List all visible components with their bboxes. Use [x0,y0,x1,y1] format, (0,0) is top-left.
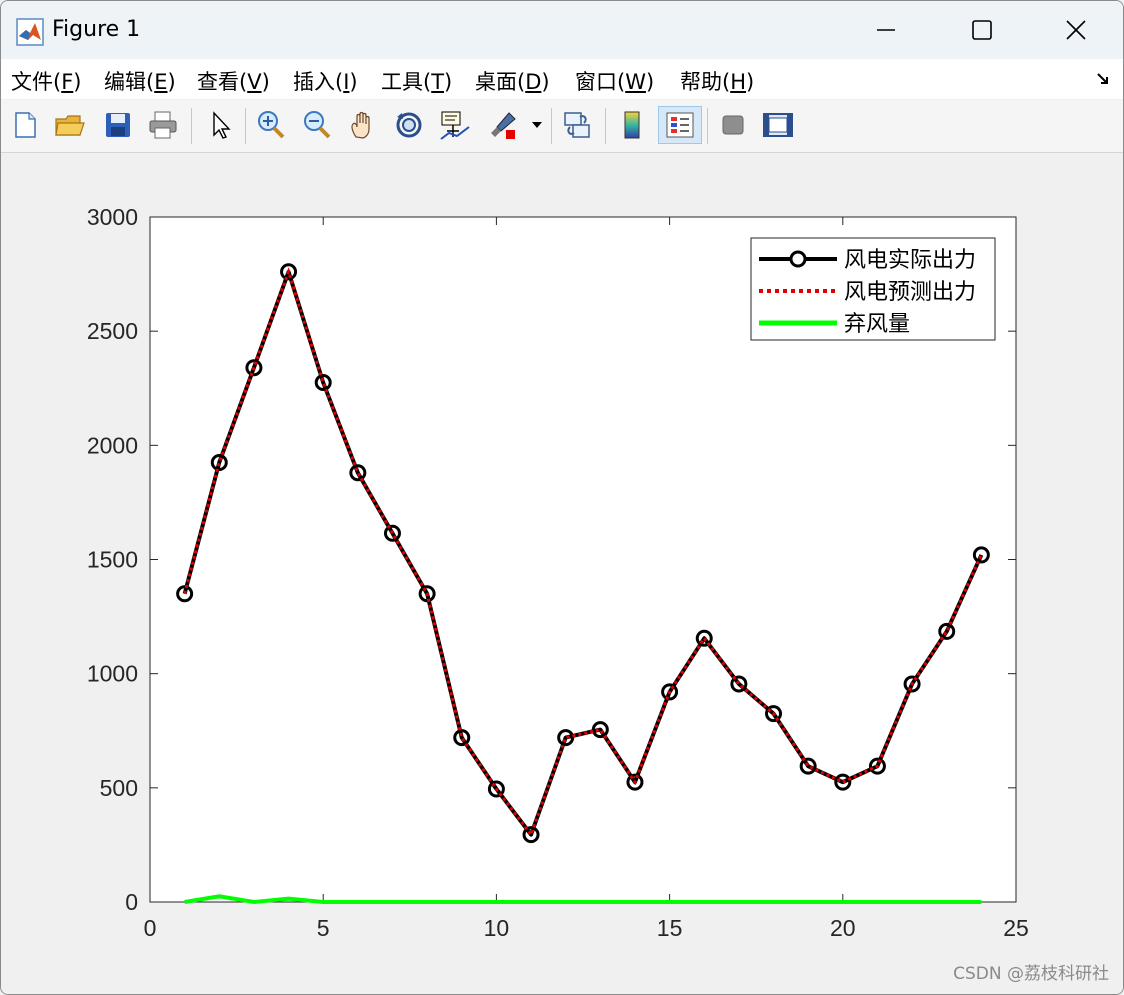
watermark: CSDN @荔枝科研社 [953,964,1109,984]
legend-entry-label: 风电实际出力 [844,247,976,272]
insert-colorbar-button[interactable] [614,106,650,144]
open-file-button[interactable] [52,106,88,144]
minimize-icon [877,29,895,31]
pan-button[interactable] [345,106,381,144]
data-cursor-button[interactable] [437,106,473,144]
legend-entry-label: 弃风量 [844,311,910,336]
menu-window[interactable]: 窗口(W) [575,66,654,96]
zoom-in-icon [258,111,285,139]
figure-window: Figure 1 文件(F) 编辑(E) 查看(V) 插入(I) 工具(T) 桌… [0,0,1124,995]
insert-legend-button[interactable] [658,106,702,144]
x-tick-label: 15 [657,915,683,941]
brush-dropdown-button[interactable] [525,106,549,144]
menu-tools[interactable]: 工具(T) [381,66,452,96]
toolbar-separator [707,108,708,144]
save-icon [106,113,130,137]
hide-plot-tools-icon [722,115,744,135]
toolbar [1,100,1123,153]
window-title: Figure 1 [52,17,141,42]
menu-desktop[interactable]: 桌面(D) [475,66,550,96]
y-tick-label: 2500 [87,318,138,344]
x-tick-label: 5 [317,915,330,941]
toolbar-separator [551,108,552,144]
colorbar-icon [624,111,640,139]
zoom-in-button[interactable] [253,106,289,144]
brush-data-button[interactable] [485,106,521,144]
y-tick-label: 1000 [87,661,138,687]
x-tick-label: 25 [1003,915,1029,941]
matlab-logo-icon [16,18,44,46]
dock-arrow-icon[interactable] [1095,71,1111,87]
print-figure-button[interactable] [145,106,181,144]
pan-hand-icon [351,111,370,139]
zoom-out-icon [304,111,331,139]
pointer-icon [213,111,231,139]
rotate-3d-icon [396,112,422,138]
menu-insert[interactable]: 插入(I) [293,66,358,96]
close-icon [1066,20,1086,40]
maximize-button[interactable] [935,1,1029,59]
new-file-icon [15,112,36,138]
x-tick-label: 20 [830,915,856,941]
show-plot-tools-icon [763,113,793,137]
title-bar: Figure 1 [1,1,1123,59]
hide-plot-tools-button[interactable] [715,106,751,144]
line-chart[interactable]: 0 5 10 15 20 25 0 500 1000 1500 2000 2500 3000 风电实际出力… [1,153,1123,994]
rotate-3d-button[interactable] [391,106,427,144]
maximize-icon [972,20,992,40]
figure-canvas: 0 5 10 15 20 25 0 500 1000 1500 2000 2500 3000 风电实际出力… [1,153,1123,994]
toolbar-separator [605,108,606,144]
close-button[interactable] [1029,1,1123,59]
toolbar-separator [191,108,192,144]
x-tick-label: 10 [484,915,510,941]
minimize-button[interactable] [839,1,933,59]
y-tick-label: 500 [100,775,138,801]
legend-actual-marker [789,250,807,268]
menu-file[interactable]: 文件(F) [11,66,82,96]
toolbar-separator [245,108,246,144]
menu-bar: 文件(F) 编辑(E) 查看(V) 插入(I) 工具(T) 桌面(D) 窗口(W… [1,59,1123,99]
data-cursor-icon [440,111,470,140]
brush-icon [491,112,516,139]
new-figure-button[interactable] [7,106,43,144]
legend-icon [666,112,694,138]
x-tick-label: 0 [144,915,157,941]
open-folder-icon [55,115,85,136]
show-plot-tools-button[interactable] [760,106,796,144]
edit-plot-button[interactable] [202,106,238,144]
link-icon [564,112,590,138]
save-figure-button[interactable] [100,106,136,144]
menu-view[interactable]: 查看(V) [197,66,270,96]
y-tick-label: 1500 [87,547,138,573]
y-tick-label: 2000 [87,432,138,458]
menu-edit[interactable]: 编辑(E) [104,66,176,96]
y-tick-label: 0 [125,889,138,915]
chevron-down-icon [532,122,542,128]
legend-entry-label: 风电预测出力 [844,279,976,304]
menu-help[interactable]: 帮助(H) [680,66,754,96]
link-plot-button[interactable] [559,106,595,144]
print-icon [149,111,177,139]
zoom-out-button[interactable] [299,106,335,144]
y-tick-label: 3000 [87,204,138,230]
